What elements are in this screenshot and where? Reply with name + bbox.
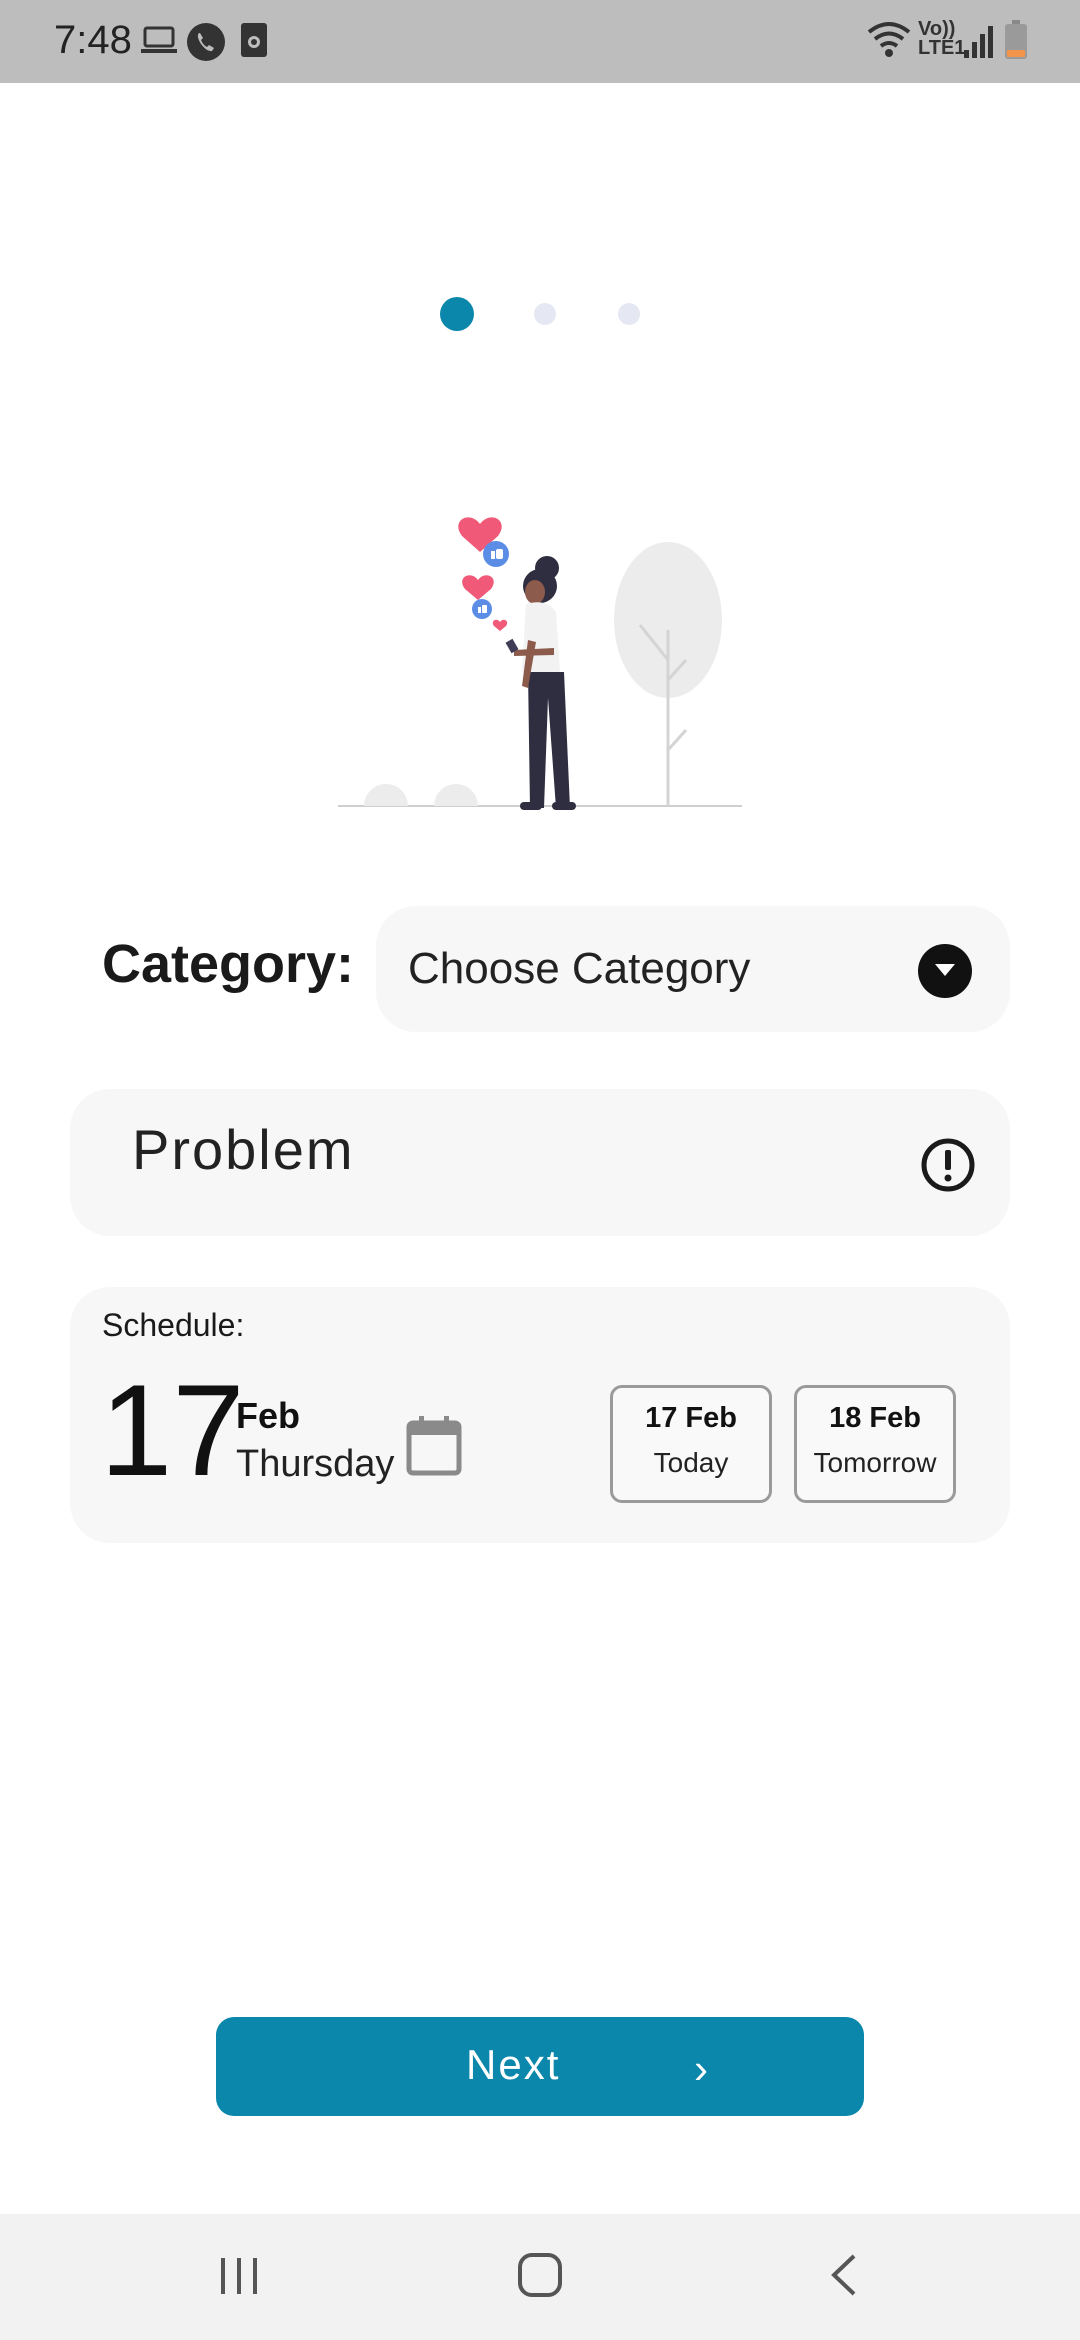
page-dot xyxy=(534,303,556,325)
date-option-date: 18 Feb xyxy=(829,1402,921,1434)
schedule-label: Schedule: xyxy=(102,1307,245,1343)
status-bar: 7:48 Vo)) LTE1 xyxy=(0,0,1080,83)
volte-icon: Vo)) LTE1 xyxy=(918,18,966,59)
date-option-date: 17 Feb xyxy=(645,1402,737,1434)
wifi-icon xyxy=(866,20,912,65)
phone-call-icon xyxy=(186,22,226,67)
back-icon[interactable] xyxy=(826,2250,862,2305)
laptop-icon xyxy=(140,22,178,65)
alert-circle-icon xyxy=(920,1137,976,1198)
home-icon[interactable] xyxy=(516,2250,566,2305)
date-option-label: Today xyxy=(653,1447,729,1478)
signal-icon xyxy=(962,22,996,65)
battery-icon xyxy=(1004,20,1028,65)
problem-placeholder: Problem xyxy=(132,1118,355,1181)
next-button[interactable]: Next › xyxy=(216,2017,864,2116)
category-label: Category: xyxy=(102,934,355,994)
date-option-label: Tomorrow xyxy=(813,1447,937,1478)
status-time: 7:48 xyxy=(54,18,132,62)
calendar-icon[interactable] xyxy=(406,1415,462,1482)
selected-month: Feb xyxy=(236,1395,301,1436)
schedule-card: Schedule: 17 Feb Thursday 17 Feb Today 1… xyxy=(70,1287,1010,1543)
page-dot-active xyxy=(440,297,474,331)
date-option-tomorrow[interactable]: 18 Feb Tomorrow xyxy=(794,1385,956,1503)
sim-icon xyxy=(240,22,268,65)
selected-weekday: Thursday xyxy=(236,1443,395,1485)
page-dot xyxy=(618,303,640,325)
page-indicator xyxy=(0,297,1080,331)
category-selected-value: Choose Category xyxy=(408,944,751,993)
system-navigation-bar xyxy=(0,2214,1080,2340)
date-option-today[interactable]: 17 Feb Today xyxy=(610,1385,772,1503)
next-button-label: Next xyxy=(466,2041,561,2088)
category-dropdown[interactable]: Choose Category xyxy=(376,906,1010,1032)
chevron-right-icon: › xyxy=(694,2045,708,2092)
dropdown-arrow-icon xyxy=(918,944,972,998)
person-with-phone-illustration xyxy=(330,500,750,820)
selected-day-number: 17 xyxy=(100,1357,245,1503)
problem-input[interactable]: Problem xyxy=(70,1089,1010,1236)
recent-apps-icon[interactable] xyxy=(218,2250,260,2305)
